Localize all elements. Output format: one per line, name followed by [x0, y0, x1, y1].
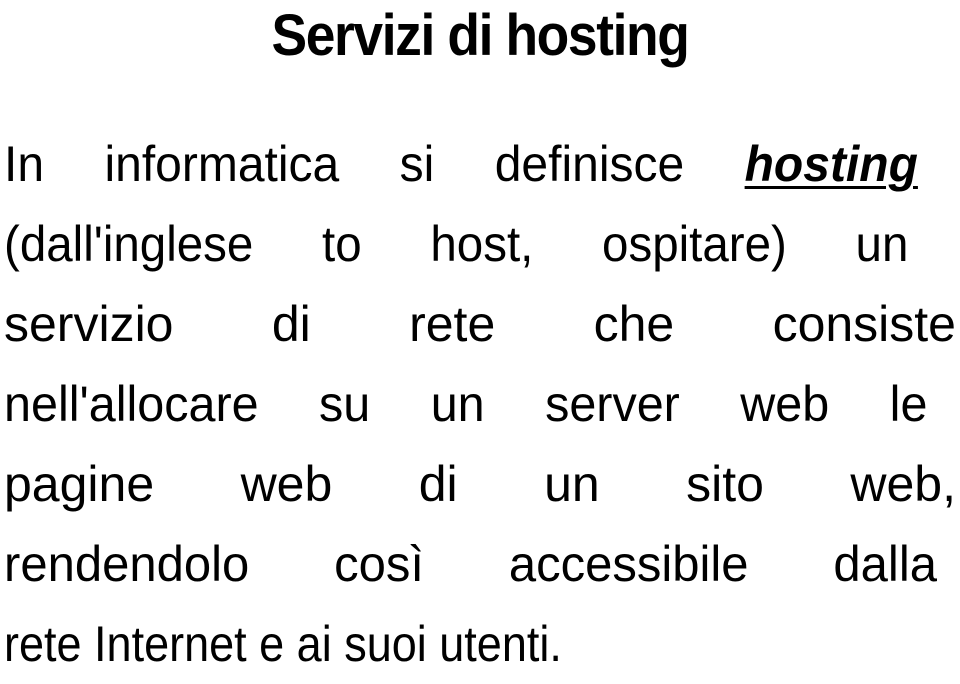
slide-title: Servizi di hosting	[271, 3, 690, 68]
paragraph-line: servizio di rete che consiste	[4, 296, 956, 352]
paragraph-line: pagine web di un sito web,	[4, 456, 956, 512]
definition-paragraph: In informatica si definisce hosting (dal…	[4, 124, 956, 684]
paragraph-line: rete Internet e ai suoi utenti.	[4, 616, 562, 672]
paragraph-line: rendendolo così accessibile dalla	[4, 536, 937, 592]
hosting-term: hosting	[744, 136, 918, 192]
paragraph-line: nell'allocare su un server web le	[4, 376, 928, 432]
paragraph-line: (dall'inglese to host, ospitare) un	[4, 216, 909, 272]
paragraph-line: In informatica si definisce hosting	[4, 124, 918, 204]
line-text: In informatica si definisce	[4, 136, 745, 192]
